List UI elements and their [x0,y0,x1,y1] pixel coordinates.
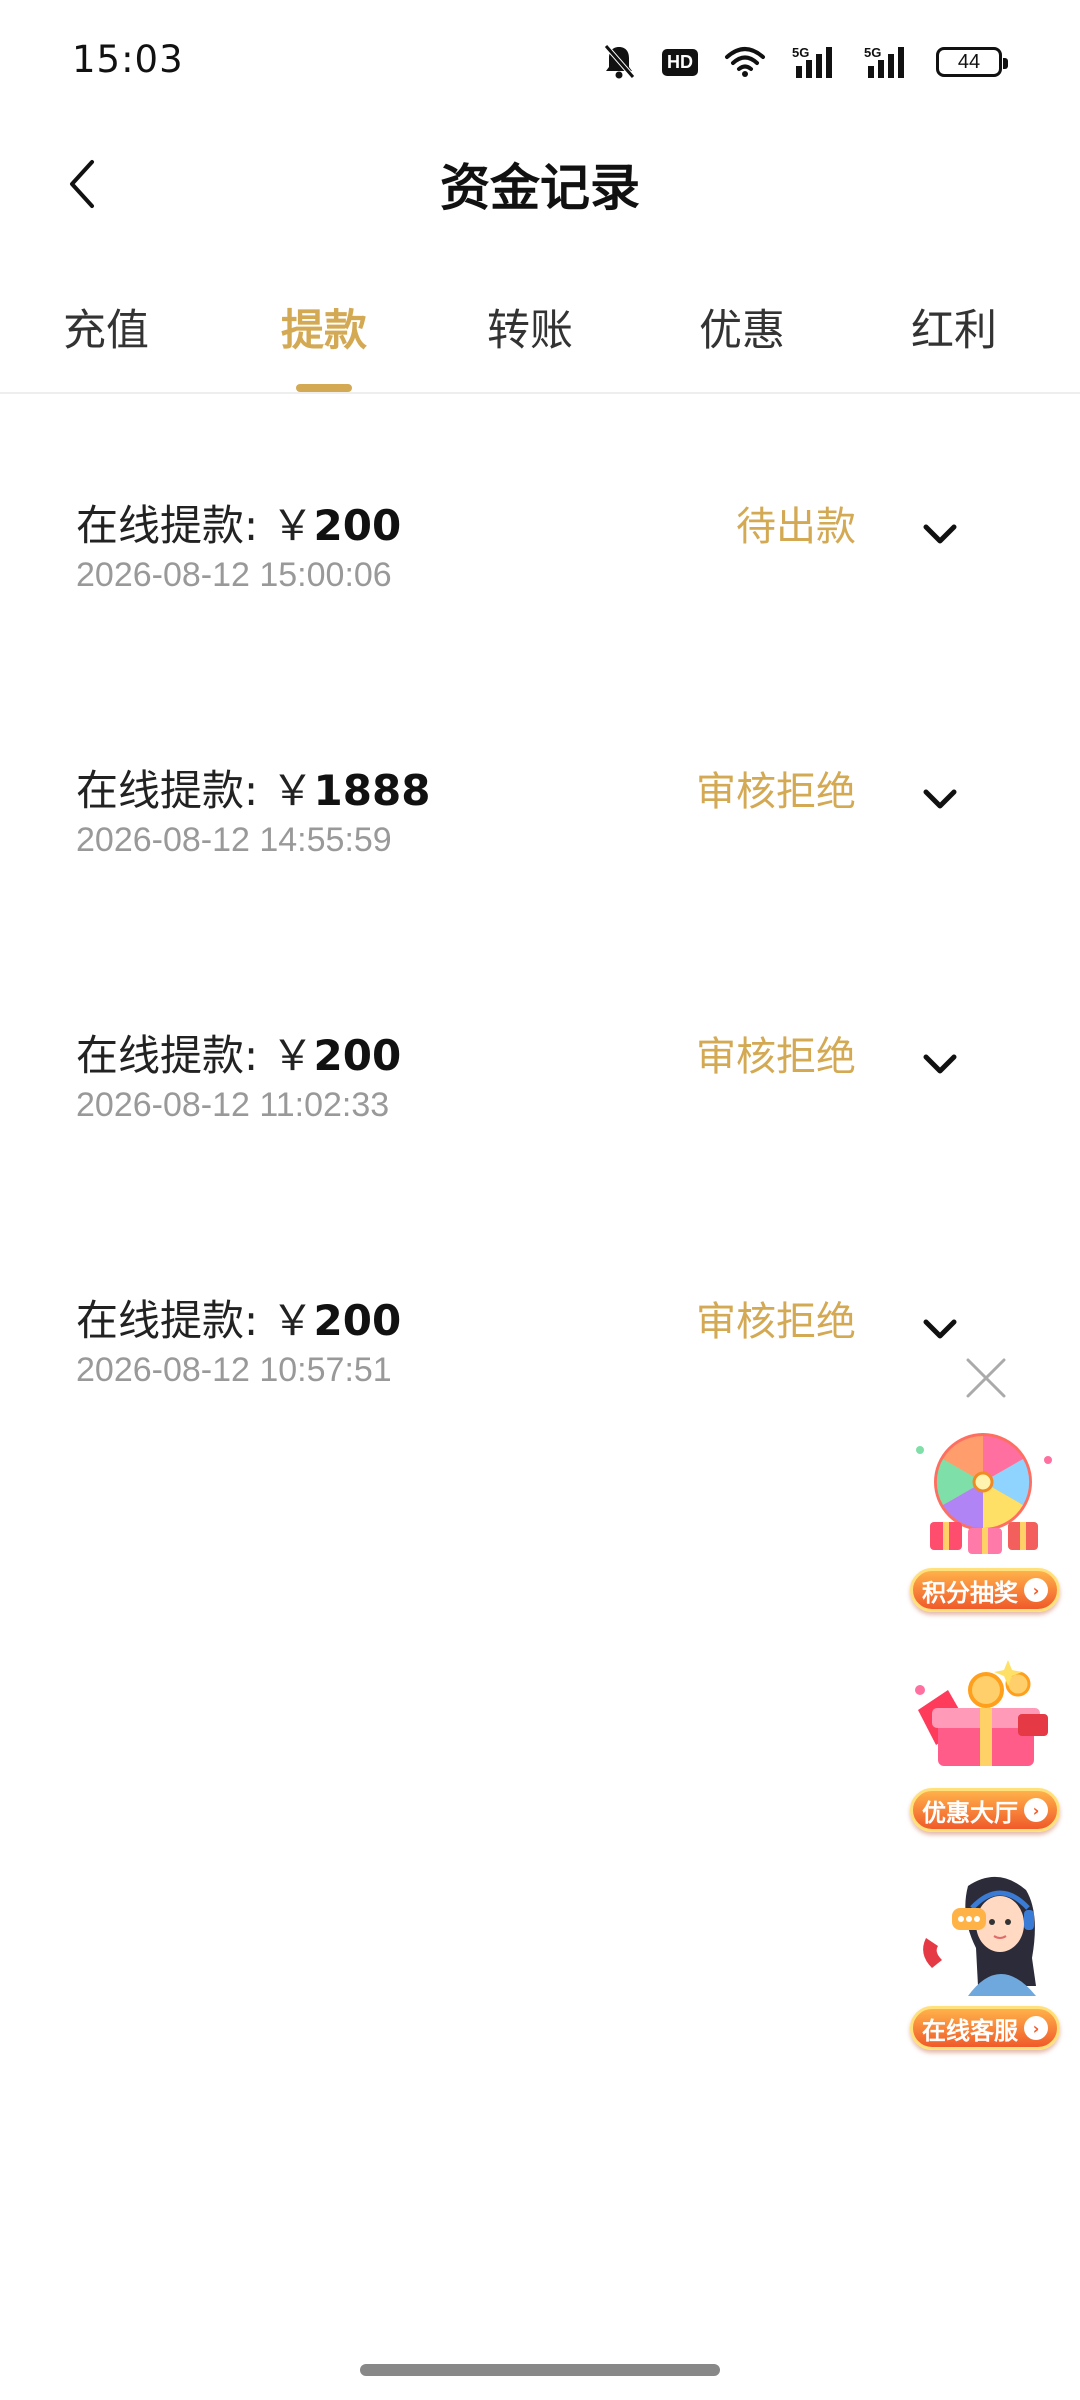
page-title: 资金记录 [440,159,640,217]
record-time: 2026-08-12 10:57:51 [76,1351,392,1389]
record-label: 在线提款: [76,1031,259,1080]
chevron-right-icon: › [1024,1578,1048,1602]
battery-level: 44 [957,50,981,73]
close-icon[interactable] [962,1354,1010,1402]
record-status: 审核拒绝 [696,1034,856,1080]
record-currency: ￥ [271,1031,314,1080]
wifi-icon [724,45,766,79]
tab-transfer[interactable]: 转账 [440,296,620,358]
chevron-down-icon[interactable] [918,1307,962,1351]
chevron-down-icon[interactable] [918,1042,962,1086]
promo-discount-hall[interactable]: 优惠大厅 › [898,1650,1068,1840]
promo-label-text: 优惠大厅 [922,1798,1018,1827]
record-status: 待出款 [736,504,856,550]
tab-bonus[interactable]: 红利 [864,296,1044,358]
prize-wheel-icon [916,1433,1052,1554]
promo-label-text: 积分抽奖 [922,1578,1018,1607]
record-currency: ￥ [271,501,314,550]
home-indicator[interactable] [360,2364,720,2376]
page-header: 资金记录 [0,120,1080,250]
record-amount: 200 [313,1296,402,1345]
record-title: 在线提款: ￥1888 [76,757,430,818]
status-bar: 15:03 HD 5G 5G 44 [0,0,1080,120]
signal-5g-icon: 5G [792,44,838,80]
bell-muted-icon [602,43,636,81]
svg-text:5G: 5G [864,45,881,60]
tab-discount[interactable]: 优惠 [652,296,832,358]
chevron-down-icon[interactable] [918,777,962,821]
list-item[interactable]: 在线提款: ￥200 2026-08-12 15:00:06 待出款 [0,492,1080,692]
list-item[interactable]: 在线提款: ￥1888 2026-08-12 14:55:59 审核拒绝 [0,757,1080,957]
signal-5g-icon: 5G [864,44,910,80]
promo-online-service[interactable]: 在线客服 › [898,1868,1068,2058]
promo-online-service-label: 在线客服 › [910,2006,1060,2050]
promo-label-text: 在线客服 [922,2016,1018,2045]
record-label: 在线提款: [76,766,259,815]
record-status: 审核拒绝 [696,1299,856,1345]
record-title: 在线提款: ￥200 [76,1022,401,1083]
record-currency: ￥ [271,766,314,815]
chevron-right-icon: › [1024,1798,1048,1822]
tab-recharge[interactable]: 充值 [16,296,196,358]
chevron-down-icon[interactable] [918,512,962,556]
record-amount: 200 [313,501,402,550]
record-label: 在线提款: [76,501,259,550]
promo-points-lottery[interactable]: 积分抽奖 › [898,1430,1068,1620]
hd-icon: HD [662,48,698,76]
promo-points-lottery-label: 积分抽奖 › [910,1568,1060,1612]
record-time: 2026-08-12 14:55:59 [76,821,392,859]
tab-active-indicator [296,384,352,392]
gift-box-icon [915,1660,1048,1766]
record-status: 审核拒绝 [696,769,856,815]
record-title: 在线提款: ￥200 [76,492,401,553]
record-title: 在线提款: ￥200 [76,1287,401,1348]
tab-bar: 充值 提款 转账 优惠 红利 [0,272,1080,394]
tab-withdraw[interactable]: 提款 [234,296,414,358]
list-item[interactable]: 在线提款: ￥200 2026-08-12 11:02:33 审核拒绝 [0,1022,1080,1222]
chevron-right-icon: › [1024,2016,1048,2040]
battery-icon: 44 [936,47,1008,77]
record-currency: ￥ [271,1296,314,1345]
promo-discount-hall-label: 优惠大厅 › [910,1788,1060,1832]
record-amount: 200 [313,1031,402,1080]
record-amount: 1888 [313,766,431,815]
record-label: 在线提款: [76,1296,259,1345]
record-time: 2026-08-12 11:02:33 [76,1086,390,1124]
svg-text:5G: 5G [792,45,809,60]
customer-service-icon [923,1876,1036,1996]
status-icons: HD 5G 5G 44 [602,40,1008,84]
status-time: 15:03 [72,38,184,81]
record-time: 2026-08-12 15:00:06 [76,556,392,594]
